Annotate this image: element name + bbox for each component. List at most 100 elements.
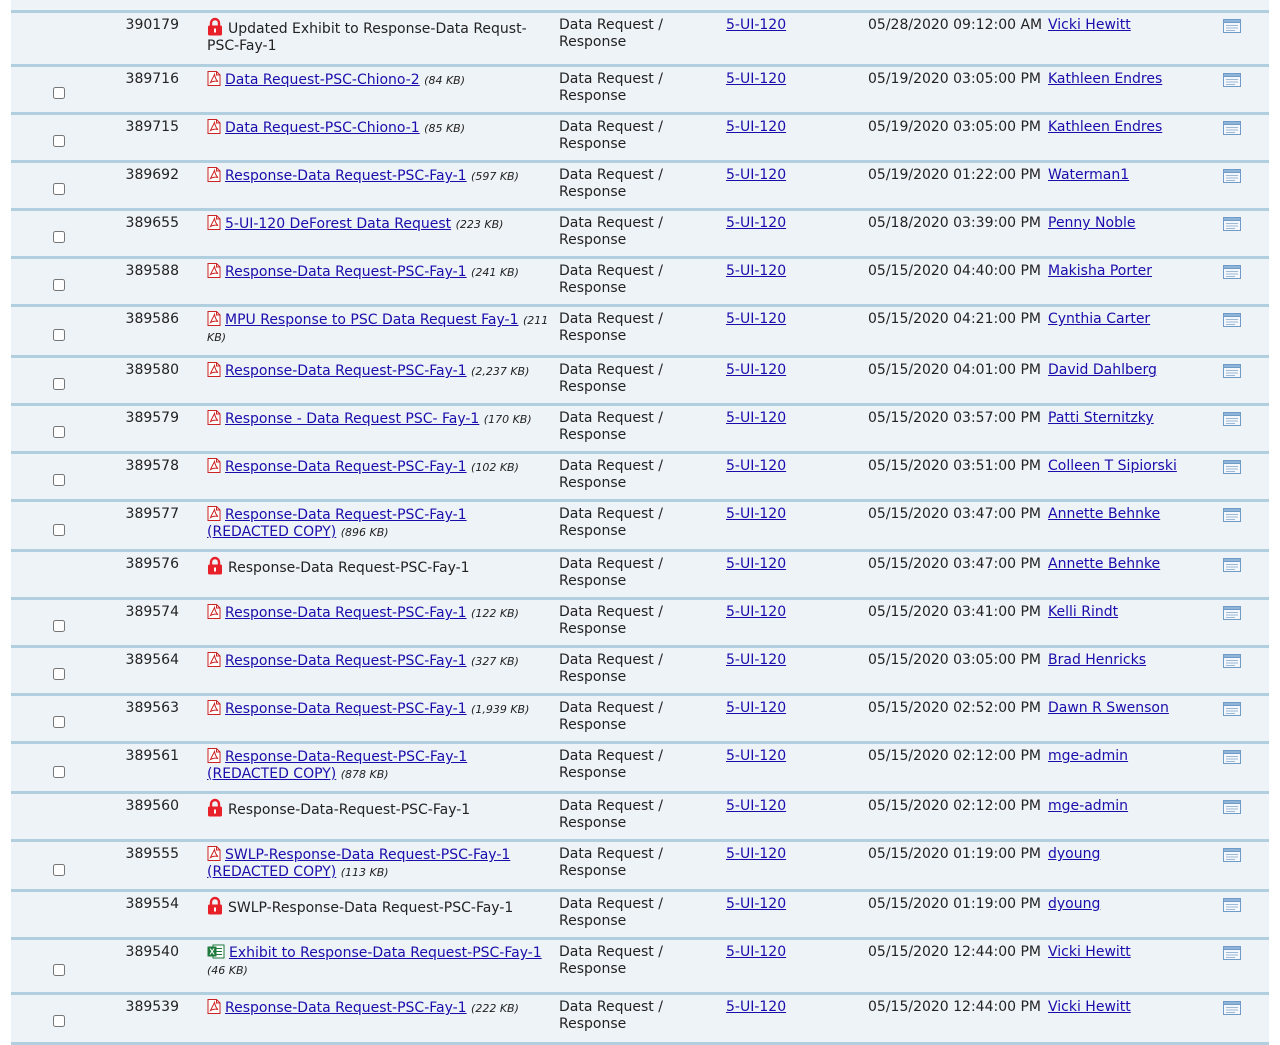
document-link[interactable]: Response-Data Request-PSC-Fay-1 <box>225 459 467 475</box>
view-details-icon[interactable] <box>1223 946 1241 960</box>
document-link[interactable]: Data Request-PSC-Chiono-2 <box>225 72 420 88</box>
row-select-checkbox[interactable] <box>53 668 65 680</box>
document-link[interactable]: Response-Data Request-PSC-Fay-1 <box>225 363 467 379</box>
row-select-checkbox[interactable] <box>53 426 65 438</box>
user-link[interactable]: mge-admin <box>1048 798 1128 814</box>
row-select-checkbox[interactable] <box>53 329 65 341</box>
case-link[interactable]: 5-UI-120 <box>726 896 786 912</box>
row-select-checkbox[interactable] <box>53 279 65 291</box>
user-link[interactable]: Kathleen Endres <box>1048 119 1162 135</box>
document-link[interactable]: Response-Data Request-PSC-Fay-1 <box>225 701 467 717</box>
case-link[interactable]: 5-UI-120 <box>726 458 786 474</box>
case-link[interactable]: 5-UI-120 <box>726 604 786 620</box>
view-details-icon[interactable] <box>1223 898 1241 912</box>
document-link[interactable]: Response-Data Request-PSC-Fay-1 (REDACTE… <box>207 507 467 540</box>
case-link[interactable]: 5-UI-120 <box>726 215 786 231</box>
row-select-checkbox[interactable] <box>53 378 65 390</box>
document-link[interactable]: Response-Data Request-PSC-Fay-1 <box>225 653 467 669</box>
row-select-checkbox[interactable] <box>53 716 65 728</box>
view-details-icon[interactable] <box>1223 848 1241 862</box>
user-link[interactable]: Colleen T Sipiorski <box>1048 458 1177 474</box>
case-link[interactable]: 5-UI-120 <box>726 119 786 135</box>
case-link[interactable]: 5-UI-120 <box>726 71 786 87</box>
row-select-checkbox[interactable] <box>53 864 65 876</box>
row-select-checkbox[interactable] <box>53 231 65 243</box>
view-details-icon[interactable] <box>1223 508 1241 522</box>
view-details-icon[interactable] <box>1223 750 1241 764</box>
document-link[interactable]: Response-Data Request-PSC-Fay-1 <box>225 264 467 280</box>
case-link[interactable]: 5-UI-120 <box>726 362 786 378</box>
row-select-checkbox[interactable] <box>53 135 65 147</box>
view-details-icon[interactable] <box>1223 1001 1241 1015</box>
case-link[interactable]: 5-UI-120 <box>726 999 786 1015</box>
view-details-icon[interactable] <box>1223 364 1241 378</box>
user-link[interactable]: dyoung <box>1048 896 1100 912</box>
row-select-checkbox[interactable] <box>53 964 65 976</box>
case-link[interactable]: 5-UI-120 <box>726 748 786 764</box>
view-details-icon[interactable] <box>1223 654 1241 668</box>
user-link[interactable]: Dawn R Swenson <box>1048 700 1169 716</box>
document-link[interactable]: Response-Data Request-PSC-Fay-1 <box>225 605 467 621</box>
view-details-icon[interactable] <box>1223 800 1241 814</box>
user-link[interactable]: mge-admin <box>1048 748 1128 764</box>
user-link[interactable]: Makisha Porter <box>1048 263 1152 279</box>
user-link[interactable]: Vicki Hewitt <box>1048 17 1131 33</box>
table-row: 389692 Response-Data Request-PSC-Fay-1 (… <box>11 163 1269 211</box>
user-link[interactable]: Kathleen Endres <box>1048 71 1162 87</box>
case-link[interactable]: 5-UI-120 <box>726 167 786 183</box>
user-link[interactable]: Penny Noble <box>1048 215 1135 231</box>
view-details-icon[interactable] <box>1223 169 1241 183</box>
case-link[interactable]: 5-UI-120 <box>726 944 786 960</box>
document-link[interactable]: Response - Data Request PSC- Fay-1 <box>225 411 479 427</box>
user-cell: Kathleen Endres <box>1048 71 1162 88</box>
view-details-icon[interactable] <box>1223 412 1241 426</box>
user-link[interactable]: David Dahlberg <box>1048 362 1157 378</box>
user-link[interactable]: Patti Sternitzky <box>1048 410 1154 426</box>
view-details-icon[interactable] <box>1223 702 1241 716</box>
row-select-checkbox[interactable] <box>53 766 65 778</box>
case-link[interactable]: 5-UI-120 <box>726 506 786 522</box>
user-link[interactable]: Annette Behnke <box>1048 556 1160 572</box>
row-select-checkbox[interactable] <box>53 87 65 99</box>
user-link[interactable]: Vicki Hewitt <box>1048 944 1131 960</box>
case-link[interactable]: 5-UI-120 <box>726 311 786 327</box>
user-link[interactable]: Cynthia Carter <box>1048 311 1150 327</box>
user-link[interactable]: Kelli Rindt <box>1048 604 1118 620</box>
document-link[interactable]: Exhibit to Response-Data Request-PSC-Fay… <box>229 945 542 961</box>
document-link[interactable]: Response-Data-Request-PSC-Fay-1 (REDACTE… <box>207 749 467 782</box>
row-select-checkbox[interactable] <box>53 183 65 195</box>
case-link[interactable]: 5-UI-120 <box>726 410 786 426</box>
user-link[interactable]: Vicki Hewitt <box>1048 999 1131 1015</box>
row-select-checkbox[interactable] <box>53 1015 65 1027</box>
case-link[interactable]: 5-UI-120 <box>726 700 786 716</box>
case-link[interactable]: 5-UI-120 <box>726 846 786 862</box>
view-details-icon[interactable] <box>1223 19 1241 33</box>
document-link[interactable]: MPU Response to PSC Data Request Fay-1 <box>225 312 519 328</box>
user-link[interactable]: Waterman1 <box>1048 167 1129 183</box>
row-select-checkbox[interactable] <box>53 474 65 486</box>
case-link[interactable]: 5-UI-120 <box>726 17 786 33</box>
document-link[interactable]: Response-Data Request-PSC-Fay-1 <box>225 1000 467 1016</box>
view-details-icon[interactable] <box>1223 313 1241 327</box>
view-details-icon[interactable] <box>1223 121 1241 135</box>
view-details-icon[interactable] <box>1223 73 1241 87</box>
view-details-icon[interactable] <box>1223 265 1241 279</box>
user-link[interactable]: Annette Behnke <box>1048 506 1160 522</box>
document-link[interactable]: Data Request-PSC-Chiono-1 <box>225 120 420 136</box>
view-details-icon[interactable] <box>1223 606 1241 620</box>
case-link[interactable]: 5-UI-120 <box>726 652 786 668</box>
user-link[interactable]: dyoung <box>1048 846 1100 862</box>
row-select-checkbox[interactable] <box>53 524 65 536</box>
filed-date: 05/19/2020 03:05:00 PM <box>868 71 1041 87</box>
document-link[interactable]: Response-Data Request-PSC-Fay-1 <box>225 168 467 184</box>
case-link[interactable]: 5-UI-120 <box>726 263 786 279</box>
view-details-icon[interactable] <box>1223 460 1241 474</box>
case-link[interactable]: 5-UI-120 <box>726 798 786 814</box>
case-link[interactable]: 5-UI-120 <box>726 556 786 572</box>
user-link[interactable]: Brad Henricks <box>1048 652 1146 668</box>
view-details-icon[interactable] <box>1223 558 1241 572</box>
view-details-icon[interactable] <box>1223 217 1241 231</box>
row-select-checkbox[interactable] <box>53 620 65 632</box>
case-cell: 5-UI-120 <box>726 167 786 184</box>
document-link[interactable]: 5-UI-120 DeForest Data Request <box>225 216 451 232</box>
